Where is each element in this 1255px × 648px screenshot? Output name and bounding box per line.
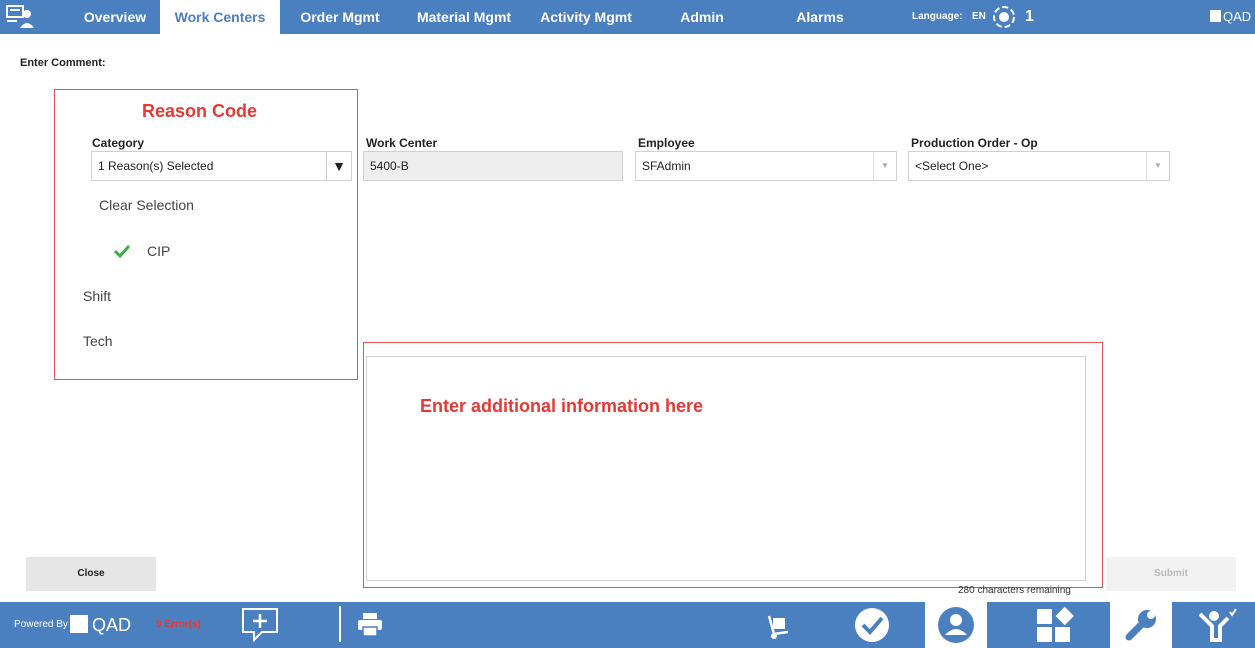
printer-icon[interactable] — [356, 612, 384, 638]
user-profile-icon — [938, 607, 974, 643]
approve-check-icon[interactable] — [852, 606, 892, 644]
employee-label: Employee — [638, 136, 695, 150]
qad-logo-icon — [1210, 10, 1221, 22]
reason-code-annotation: Reason Code — [142, 101, 258, 121]
work-center-label: Work Center — [366, 136, 438, 150]
submit-button[interactable]: Submit — [1106, 557, 1236, 591]
qad-logo-icon — [70, 615, 88, 633]
tab-work-centers[interactable]: Work Centers — [160, 0, 280, 34]
qad-footer-logo: QAD — [70, 602, 131, 648]
work-center-field: 5400-B — [363, 151, 623, 181]
chevron-down-icon[interactable]: ▼ — [1146, 152, 1169, 180]
alarm-count[interactable]: 1 — [1025, 0, 1034, 34]
error-count-link[interactable]: 9 Error(s) — [156, 602, 201, 648]
qad-footer-logo-text: QAD — [92, 615, 132, 635]
tab-overview[interactable]: Overview — [80, 0, 150, 34]
tools-tile[interactable] — [1110, 602, 1172, 648]
qad-logo-text: QAD — [1223, 9, 1252, 24]
comment-textarea[interactable] — [366, 356, 1086, 581]
qad-logo: QAD — [1210, 0, 1251, 34]
dashboard-tiles-icon[interactable] — [1034, 606, 1074, 644]
tab-order-mgmt[interactable]: Order Mgmt — [290, 0, 390, 34]
category-select[interactable]: 1 Reason(s) Selected ▼ — [91, 151, 352, 181]
checkmark-icon — [114, 244, 130, 259]
language-selector[interactable]: EN — [972, 0, 986, 34]
alarm-icon[interactable] — [993, 6, 1015, 28]
option-cip[interactable]: CIP — [147, 243, 170, 259]
workcenter-app-icon[interactable] — [6, 4, 34, 30]
production-order-label: Production Order - Op — [911, 136, 1038, 150]
production-order-value: <Select One> — [915, 159, 989, 173]
user-tile[interactable] — [925, 602, 987, 648]
add-comment-icon[interactable] — [240, 606, 280, 644]
tab-alarms[interactable]: Alarms — [785, 0, 855, 34]
category-label: Category — [92, 136, 145, 150]
triangle-down-icon[interactable]: ▼ — [326, 152, 351, 180]
production-order-select[interactable]: <Select One> ▼ — [908, 151, 1170, 181]
option-shift[interactable]: Shift — [83, 288, 111, 304]
toolbar-divider — [339, 606, 341, 642]
operator-icon[interactable] — [1198, 608, 1238, 642]
material-cart-icon[interactable] — [766, 612, 792, 640]
tab-activity-mgmt[interactable]: Activity Mgmt — [526, 0, 646, 34]
employee-select[interactable]: SFAdmin ▼ — [635, 151, 897, 181]
chevron-down-icon[interactable]: ▼ — [873, 152, 896, 180]
wrench-icon — [1125, 610, 1156, 641]
category-select-value: 1 Reason(s) Selected — [98, 159, 214, 173]
language-label: Language: — [912, 11, 963, 22]
close-button[interactable]: Close — [26, 557, 156, 591]
powered-by-label: Powered By — [14, 619, 68, 630]
option-tech[interactable]: Tech — [83, 333, 113, 349]
employee-value: SFAdmin — [642, 159, 691, 173]
tab-admin[interactable]: Admin — [672, 0, 732, 34]
option-clear-selection[interactable]: Clear Selection — [99, 197, 194, 213]
comment-annotation: Enter additional information here — [420, 396, 704, 416]
characters-remaining: 280 characters remaining — [958, 585, 1071, 596]
tab-material-mgmt[interactable]: Material Mgmt — [404, 0, 524, 34]
page-title: Enter Comment: — [20, 57, 106, 69]
work-center-value: 5400-B — [370, 159, 409, 173]
